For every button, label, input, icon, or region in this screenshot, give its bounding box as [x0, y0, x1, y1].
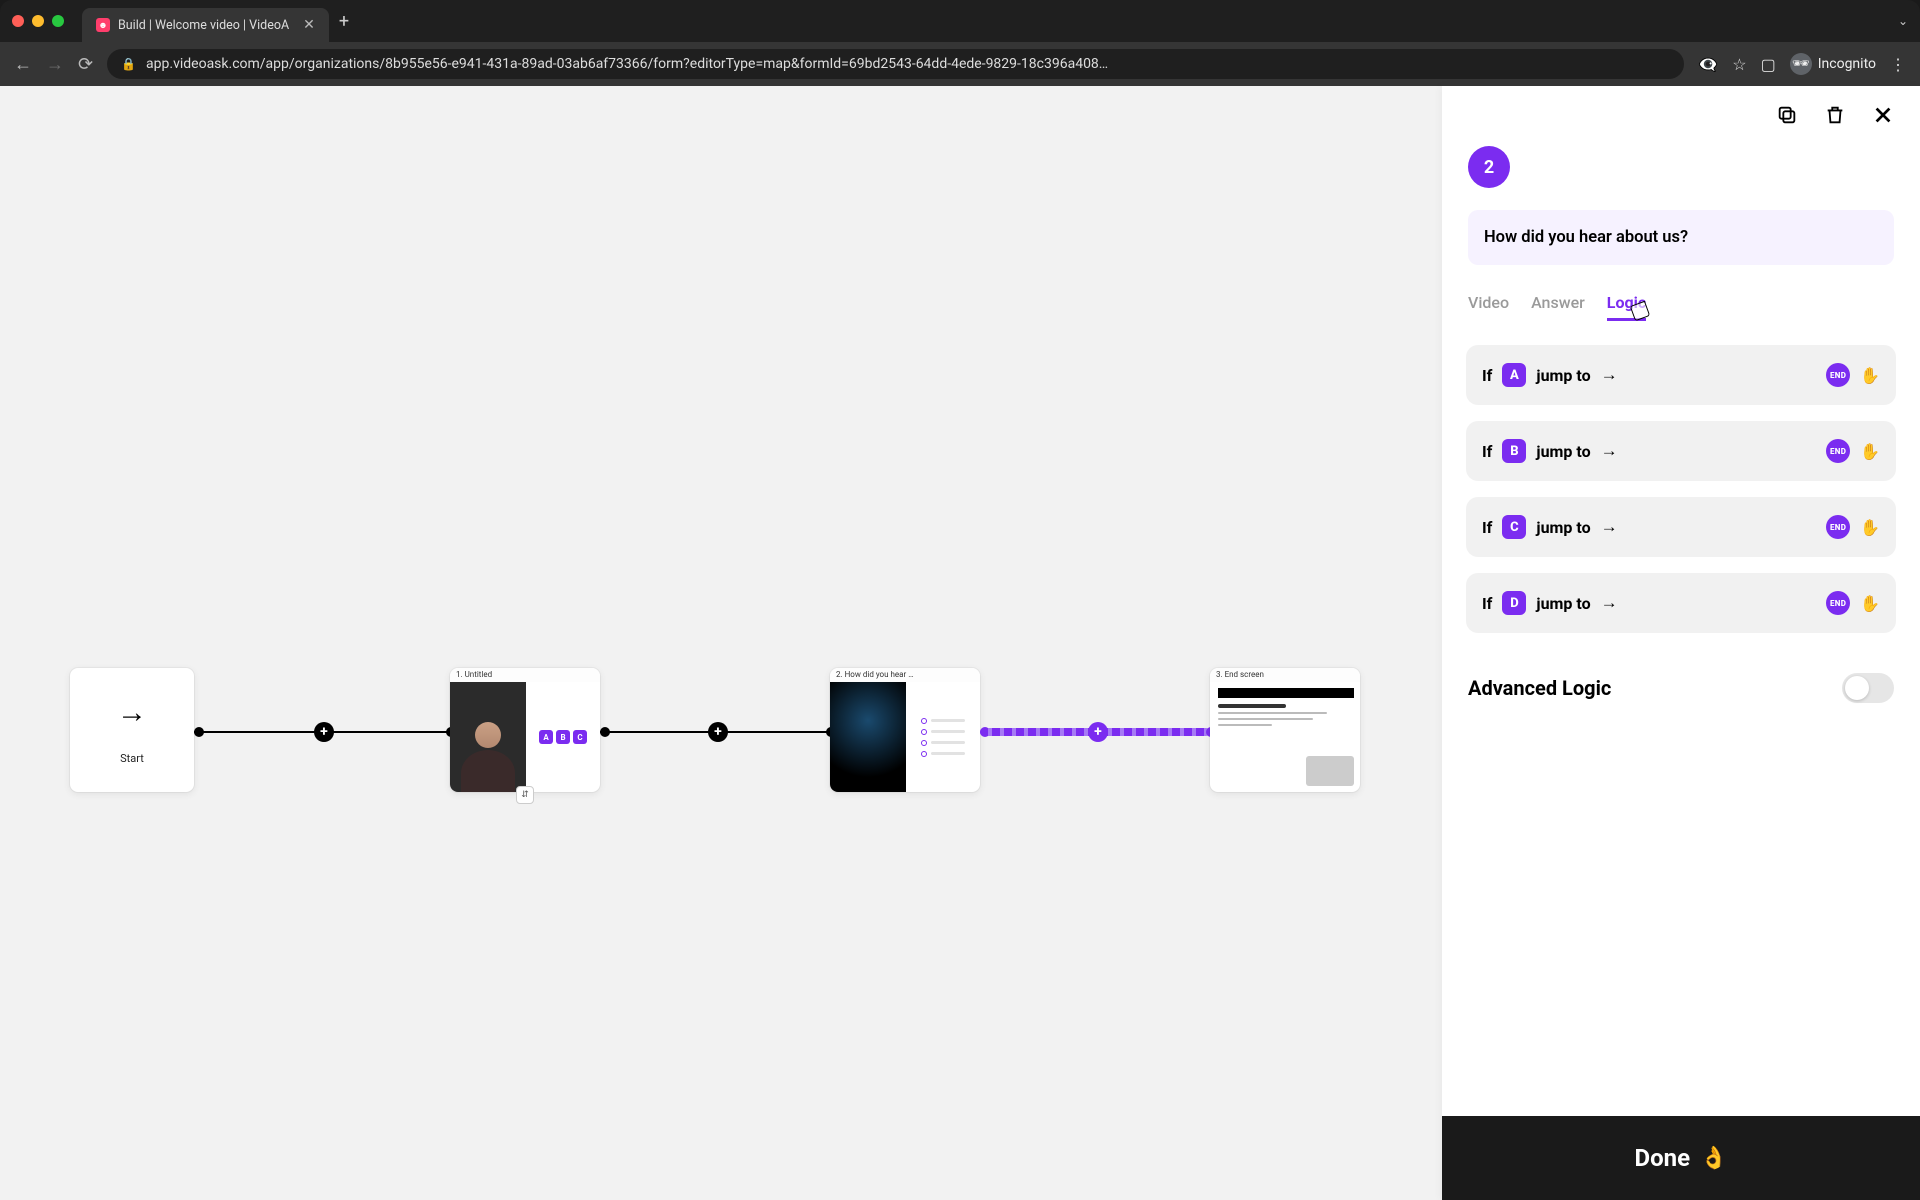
active-tab[interactable]: ☻ Build | Welcome video | VideoA ✕ [82, 8, 329, 42]
step-node-2[interactable]: 2. How did you hear … [830, 668, 980, 792]
advanced-logic-toggle[interactable] [1842, 673, 1894, 703]
rule-end-badge: END [1826, 363, 1850, 387]
lock-icon: 🔒 [121, 57, 136, 71]
step-index: 1. [456, 670, 463, 679]
side-panel: 2 How did you hear about us? Video Answe… [1442, 86, 1920, 1200]
rule-letter-badge: A [1502, 363, 1526, 387]
arrow-right-icon: → [117, 695, 147, 730]
back-button[interactable]: ← [14, 54, 32, 75]
done-label: Done [1635, 1144, 1691, 1172]
close-window-button[interactable] [12, 15, 24, 27]
node-options-button[interactable]: ⇵ [516, 786, 534, 804]
step-header: 2. How did you hear … [830, 668, 980, 682]
start-node-label: Start [120, 752, 144, 765]
choice-chip: B [556, 730, 570, 744]
video-thumbnail [830, 682, 906, 792]
url-text: app.videoask.com/app/organizations/8b955… [146, 56, 1670, 72]
app-viewport: → Start + 1. Untitled A B C [0, 86, 1920, 1200]
rule-end-badge: END [1826, 591, 1850, 615]
rule-jump-label: jump to [1536, 366, 1590, 385]
add-step-button[interactable]: + [1088, 722, 1108, 742]
tabs-menu-button[interactable]: ⌄ [1898, 14, 1908, 28]
rule-if-label: If [1482, 366, 1492, 385]
close-icon[interactable] [1872, 104, 1894, 132]
browser-tab-strip: ☻ Build | Welcome video | VideoA ✕ + ⌄ [0, 0, 1920, 42]
tab-logic[interactable]: Logic [1607, 293, 1646, 321]
step-title: Untitled [465, 670, 492, 679]
step-index: 3. [1216, 670, 1223, 679]
rule-jump-label: jump to [1536, 442, 1590, 461]
logic-rule[interactable]: If B jump to → END ✋ [1466, 421, 1896, 481]
rule-end-badge: END [1826, 439, 1850, 463]
logic-rule[interactable]: If D jump to → END ✋ [1466, 573, 1896, 633]
flow-canvas[interactable]: → Start + 1. Untitled A B C [0, 86, 1442, 1200]
overflow-menu-button[interactable]: ⋮ [1890, 55, 1906, 74]
logic-rule[interactable]: If A jump to → END ✋ [1466, 345, 1896, 405]
add-step-button[interactable]: + [708, 722, 728, 742]
done-button[interactable]: Done 👌 [1442, 1116, 1920, 1200]
tab-video[interactable]: Video [1468, 293, 1509, 321]
panel-tabs: Video Answer Logic [1442, 275, 1920, 327]
step-number-badge: 2 [1468, 146, 1510, 188]
wave-hand-icon[interactable]: ✋ [1860, 442, 1880, 461]
duplicate-icon[interactable] [1776, 104, 1798, 132]
start-node[interactable]: → Start [70, 668, 194, 792]
step-header: 1. Untitled [450, 668, 600, 682]
incognito-indicator[interactable]: 🕶 Incognito [1790, 53, 1876, 75]
rule-if-label: If [1482, 518, 1492, 537]
address-bar: ← → ⟳ 🔒 app.videoask.com/app/organizatio… [0, 42, 1920, 86]
close-tab-button[interactable]: ✕ [303, 17, 315, 33]
answer-preview: A B C [526, 682, 600, 792]
ok-hand-icon: 👌 [1700, 1146, 1727, 1171]
window-controls [12, 15, 64, 27]
rule-letter-badge: B [1502, 439, 1526, 463]
incognito-icon: 🕶 [1790, 53, 1812, 75]
wave-hand-icon[interactable]: ✋ [1860, 518, 1880, 537]
step-title: How did you hear … [845, 670, 914, 679]
eye-off-icon[interactable]: 👁‍🗨 [1698, 55, 1718, 74]
maximize-window-button[interactable] [52, 15, 64, 27]
forward-button[interactable]: → [46, 54, 64, 75]
step-header: 3. End screen [1210, 668, 1360, 682]
end-screen-preview [1210, 682, 1360, 792]
advanced-logic-label: Advanced Logic [1468, 676, 1611, 700]
incognito-label: Incognito [1818, 56, 1876, 72]
logic-rules-list: If A jump to → END ✋ If B jump to → END … [1442, 327, 1920, 651]
choice-chip: A [539, 730, 553, 744]
step-index: 2. [836, 670, 843, 679]
answer-preview [906, 682, 980, 792]
arrow-right-icon: → [1601, 441, 1618, 461]
rule-end-badge: END [1826, 515, 1850, 539]
tab-favicon-icon: ☻ [96, 18, 110, 32]
trash-icon[interactable] [1824, 104, 1846, 132]
bookmark-star-icon[interactable]: ☆ [1732, 55, 1746, 74]
arrow-right-icon: → [1601, 365, 1618, 385]
panel-icon[interactable]: ▢ [1761, 55, 1776, 74]
rule-jump-label: jump to [1536, 594, 1590, 613]
wave-hand-icon[interactable]: ✋ [1860, 366, 1880, 385]
reload-button[interactable]: ⟳ [78, 54, 93, 75]
rule-letter-badge: D [1502, 591, 1526, 615]
arrow-right-icon: → [1601, 593, 1618, 613]
tab-title: Build | Welcome video | VideoA [118, 18, 289, 33]
rule-letter-badge: C [1502, 515, 1526, 539]
rule-jump-label: jump to [1536, 518, 1590, 537]
question-text[interactable]: How did you hear about us? [1468, 210, 1894, 265]
rule-if-label: If [1482, 594, 1492, 613]
rule-if-label: If [1482, 442, 1492, 461]
url-input[interactable]: 🔒 app.videoask.com/app/organizations/8b9… [107, 49, 1684, 79]
video-thumbnail [450, 682, 526, 792]
add-step-button[interactable]: + [314, 722, 334, 742]
minimize-window-button[interactable] [32, 15, 44, 27]
logic-rule[interactable]: If C jump to → END ✋ [1466, 497, 1896, 557]
arrow-right-icon: → [1601, 517, 1618, 537]
choice-chip: C [573, 730, 587, 744]
step-node-1[interactable]: 1. Untitled A B C ⇵ [450, 668, 600, 792]
end-screen-node[interactable]: 3. End screen [1210, 668, 1360, 792]
step-title: End screen [1225, 670, 1264, 679]
new-tab-button[interactable]: + [339, 11, 349, 32]
wave-hand-icon[interactable]: ✋ [1860, 594, 1880, 613]
toggle-knob [1845, 676, 1869, 700]
tab-answer[interactable]: Answer [1531, 293, 1585, 321]
